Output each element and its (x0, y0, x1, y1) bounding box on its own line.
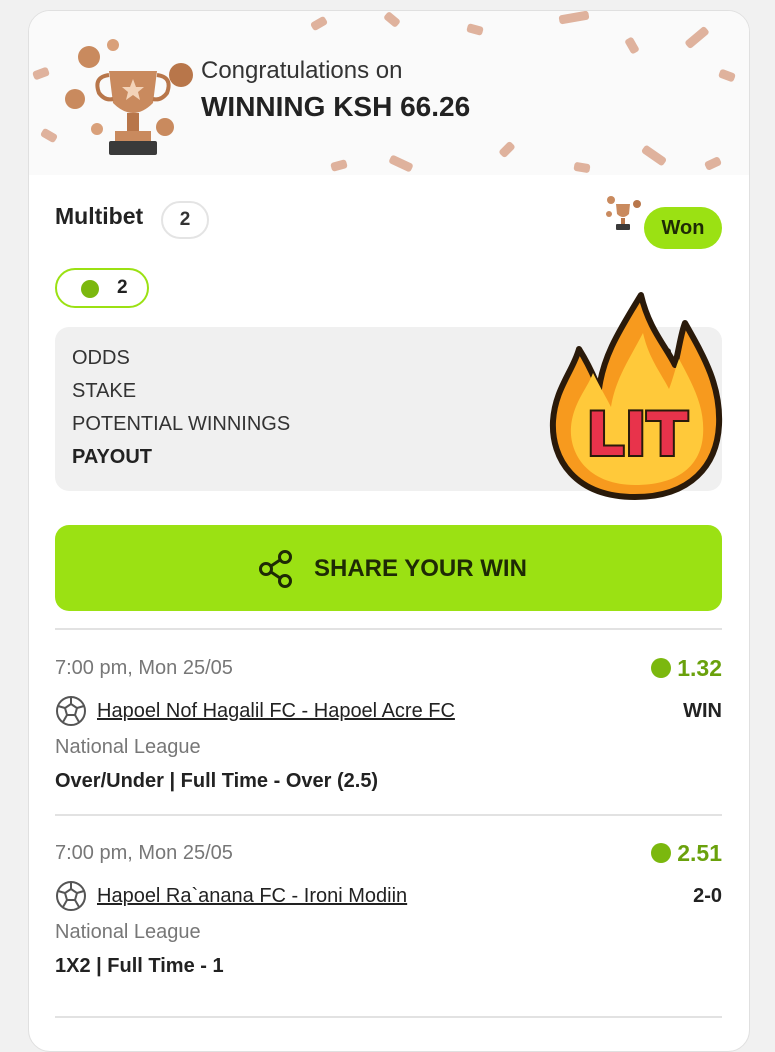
leg-league: National League (55, 736, 201, 758)
divider (55, 1016, 722, 1018)
selection-count-badge: 2 (161, 201, 209, 239)
win-banner: Congratulations on WINNING KSH 66.26 (29, 11, 749, 175)
leg-league: National League (55, 921, 201, 943)
potential-winnings-label: POTENTIAL WINNINGS (72, 413, 291, 435)
leg-match-link[interactable]: Hapoel Ra`anana FC - Ironi Modiin (97, 885, 407, 908)
leg-result: WIN (683, 700, 722, 722)
share-your-win-button[interactable]: SHARE YOUR WIN (55, 525, 722, 611)
share-button-label: SHARE YOUR WIN (314, 555, 527, 582)
lit-fire-sticker: LIT (549, 292, 723, 500)
leg-market: Over/Under | Full Time - Over (2.5) (55, 770, 379, 792)
won-legs-count: 2 (117, 277, 128, 298)
odds-label: ODDS (72, 347, 130, 369)
trophy-icon (606, 196, 641, 230)
won-status-dot (651, 658, 672, 678)
divider (55, 814, 722, 816)
won-status-dot (81, 280, 99, 298)
winning-amount: WINNING KSH 66.26 (201, 91, 471, 122)
payout-label: PAYOUT (72, 446, 153, 468)
bet-type-label: Multibet (55, 203, 144, 229)
football-icon (56, 696, 86, 726)
leg-odds: 2.51 (651, 840, 722, 867)
leg-odds: 1.32 (651, 655, 722, 682)
won-status-dot (651, 843, 672, 863)
stake-label: STAKE (72, 380, 137, 402)
leg-market: 1X2 | Full Time - 1 (55, 955, 224, 977)
won-legs-filter[interactable]: 2 (55, 268, 149, 308)
lit-sticker-text: LIT (586, 400, 688, 470)
bet-leg: 7:00 pm, Mon 25/05 2.51 Hapoel Ra`anana … (55, 840, 722, 1012)
status-badge: Won (644, 207, 722, 249)
leg-kickoff-time: 7:00 pm, Mon 25/05 (55, 842, 233, 864)
football-icon (56, 881, 86, 911)
bet-leg: 7:00 pm, Mon 25/05 1.32 Hapoel Nof Hagal… (55, 655, 722, 827)
bet-receipt-card: Congratulations on WINNING KSH 66.26 Mul… (28, 10, 750, 1052)
divider (55, 628, 722, 630)
leg-result: 2-0 (693, 885, 722, 907)
leg-kickoff-time: 7:00 pm, Mon 25/05 (55, 657, 233, 679)
share-icon (259, 550, 292, 588)
leg-match-link[interactable]: Hapoel Nof Hagalil FC - Hapoel Acre FC (97, 700, 455, 723)
trophy-icon (65, 39, 193, 155)
congrats-text: Congratulations on (201, 57, 403, 84)
